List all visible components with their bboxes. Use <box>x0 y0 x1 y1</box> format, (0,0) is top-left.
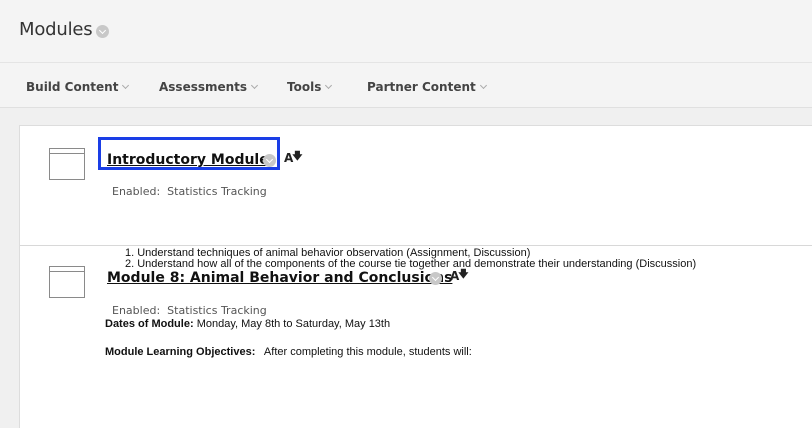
chevron-down-icon <box>325 81 333 90</box>
text-sort-icon[interactable]: A🡇 <box>450 269 469 287</box>
objectives-list: 1. Understand techniques of animal behav… <box>125 248 696 270</box>
module-link-introductory[interactable]: Introductory Module <box>107 152 269 168</box>
tools-label: Tools <box>287 80 322 94</box>
tools-menu[interactable]: Tools <box>287 80 333 94</box>
dates-label: Dates of Module: <box>105 318 194 330</box>
text-sort-icon[interactable]: A🡇 <box>284 151 303 169</box>
module-menu-icon[interactable] <box>263 154 276 167</box>
page-title: Modules <box>19 19 93 40</box>
assessments-menu[interactable]: Assessments <box>159 80 259 94</box>
enabled-label: Enabled: <box>112 185 161 198</box>
divider <box>20 245 812 246</box>
action-toolbar: Build Content Assessments Tools Partner … <box>0 62 812 108</box>
list-item: 2. Understand how all of the components … <box>125 258 697 270</box>
partner-content-menu[interactable]: Partner Content <box>367 80 487 94</box>
page-title-menu-icon[interactable] <box>96 25 109 38</box>
partner-content-label: Partner Content <box>367 80 476 94</box>
module-objectives-heading: Module Learning Objectives: After comple… <box>105 346 472 358</box>
assessments-label: Assessments <box>159 80 248 94</box>
module-dates: Dates of Module: Monday, May 8th to Satu… <box>105 318 390 330</box>
build-content-label: Build Content <box>26 80 119 94</box>
objectives-intro: After completing this module, students w… <box>263 346 472 358</box>
enabled-value: Statistics Tracking <box>167 304 267 317</box>
content-list: Introductory Module A🡇 Enabled: Statisti… <box>19 125 812 428</box>
module-link-module-8[interactable]: Module 8: Animal Behavior and Conclusion… <box>107 270 452 286</box>
chevron-down-icon <box>122 81 130 90</box>
module-menu-icon[interactable] <box>429 272 442 285</box>
module-enabled-status: Enabled: Statistics Tracking <box>112 185 267 198</box>
dates-value: Monday, May 8th to Saturday, May 13th <box>196 318 391 330</box>
objectives-label: Module Learning Objectives: <box>105 346 256 358</box>
build-content-menu[interactable]: Build Content <box>26 80 130 94</box>
page-header: Modules <box>0 0 812 62</box>
folder-icon <box>49 266 85 298</box>
enabled-value: Statistics Tracking <box>167 185 267 198</box>
chevron-down-icon <box>479 81 487 90</box>
module-enabled-status: Enabled: Statistics Tracking <box>112 304 267 317</box>
enabled-label: Enabled: <box>112 304 161 317</box>
folder-icon <box>49 148 85 180</box>
chevron-down-icon <box>251 81 259 90</box>
